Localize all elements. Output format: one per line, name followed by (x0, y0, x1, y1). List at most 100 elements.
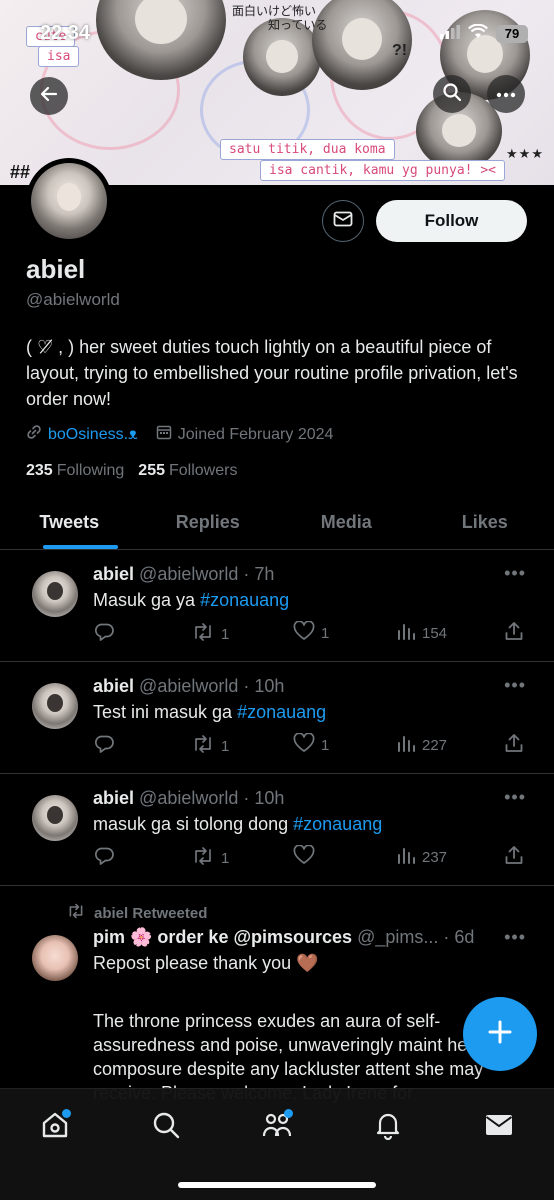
tweet-body: Masuk ga ya (93, 590, 201, 610)
reply-icon (93, 845, 115, 871)
reply-button[interactable] (93, 733, 115, 759)
views-button[interactable]: 154 (396, 621, 447, 645)
tweet-author[interactable]: abiel (93, 676, 134, 696)
arrow-left-icon (39, 84, 59, 109)
like-count: 1 (321, 624, 330, 642)
tweet-actions: 1 1 227 (93, 732, 533, 759)
more-options-button[interactable] (487, 75, 525, 113)
tweet-author[interactable]: abiel (93, 564, 134, 584)
tweet-avatar[interactable] (32, 935, 78, 981)
avatar-image (31, 163, 107, 239)
reply-button[interactable] (93, 621, 115, 647)
nav-search[interactable] (146, 1107, 186, 1147)
more-horizontal-icon (496, 85, 516, 103)
tweet-avatar[interactable] (32, 795, 78, 841)
heart-icon (293, 620, 315, 645)
back-button[interactable] (30, 77, 68, 115)
joined-date: Joined February 2024 (177, 425, 334, 443)
calendar-icon (156, 424, 172, 445)
share-icon (504, 621, 524, 645)
banner-japanese-text: 面白いけど怖い (232, 4, 317, 18)
tweet-body: Test ini masuk ga (93, 702, 238, 722)
tweet-more-button[interactable]: ••• (504, 787, 526, 808)
share-button[interactable] (504, 733, 524, 757)
profile-avatar[interactable] (26, 158, 112, 244)
message-button[interactable] (322, 200, 364, 242)
signal-icon (440, 24, 460, 44)
views-button[interactable]: 237 (396, 845, 447, 869)
tweet-item[interactable]: abiel @abielworld · 10h ••• Test ini mas… (0, 663, 554, 774)
status-icons: 79 (440, 23, 528, 44)
retweet-count: 1 (221, 625, 230, 643)
follow-button[interactable]: Follow (376, 200, 527, 242)
retweeted-tweet[interactable]: abiel Retweeted pim 🌸 order ke @pimsourc… (0, 887, 554, 1103)
tweet-more-button[interactable]: ••• (504, 927, 526, 948)
retweet-small-icon (66, 903, 86, 923)
tweet-item[interactable]: abiel @abielworld · 7h ••• Masuk ga ya #… (0, 551, 554, 662)
tweet-hashtag[interactable]: #zonauang (200, 590, 289, 610)
tweet-more-button[interactable]: ••• (504, 563, 526, 584)
nav-messages[interactable] (479, 1107, 519, 1147)
display-name: abiel (26, 254, 86, 284)
analytics-icon (396, 621, 416, 645)
share-button[interactable] (504, 621, 524, 645)
nav-communities[interactable] (257, 1107, 297, 1147)
views-button[interactable]: 227 (396, 733, 447, 757)
retweet-icon (191, 733, 215, 759)
tweet-text: Masuk ga ya #zonauang (93, 590, 289, 611)
nav-home[interactable] (35, 1107, 75, 1147)
tab-media[interactable]: Media (277, 495, 416, 549)
profile-handle: @abielworld (26, 290, 120, 309)
tweet-author[interactable]: abiel (93, 788, 134, 808)
followers-stat[interactable]: 255 Followers (138, 462, 237, 480)
reply-button[interactable] (93, 845, 115, 871)
tweet-item[interactable]: abiel @abielworld · 10h ••• masuk ga si … (0, 775, 554, 886)
tab-replies[interactable]: Replies (139, 495, 278, 549)
status-time: 22.34 (40, 22, 91, 44)
tab-tweets[interactable]: Tweets (0, 495, 139, 549)
view-count: 154 (422, 624, 448, 642)
tweet-text: masuk ga si tolong dong #zonauang (93, 814, 382, 835)
compose-tweet-button[interactable] (463, 997, 537, 1071)
followers-label: Followers (169, 462, 238, 479)
following-stat[interactable]: 235 Following (26, 462, 124, 480)
like-button[interactable]: 1 (293, 732, 330, 757)
tweet-text: Test ini masuk ga #zonauang (93, 702, 326, 723)
retweet-label: abiel Retweeted (66, 903, 207, 923)
profile-bio: ( ♡̸ , ) her sweet duties touch lightly … (26, 337, 518, 409)
mail-icon (484, 1112, 514, 1143)
tweet-header: abiel @abielworld · 7h (93, 564, 274, 585)
tweet-hashtag[interactable]: #zonauang (237, 702, 326, 722)
bell-icon (373, 1110, 403, 1145)
like-button[interactable]: 1 (293, 620, 330, 645)
share-icon (504, 845, 524, 869)
retweet-button[interactable]: 1 (191, 733, 229, 759)
banner-hash: ## (10, 162, 31, 182)
battery-indicator: 79 (496, 25, 528, 43)
search-button[interactable] (433, 75, 471, 113)
tweet-hashtag[interactable]: #zonauang (293, 814, 382, 834)
reply-icon (93, 621, 115, 647)
share-button[interactable] (504, 845, 524, 869)
followers-count: 255 (138, 462, 165, 479)
like-count: 1 (321, 736, 330, 754)
retweet-icon (191, 845, 215, 871)
tweet-author[interactable]: pim 🌸 order ke @pimsources (93, 927, 352, 947)
like-button[interactable] (293, 844, 321, 869)
following-count: 235 (26, 462, 53, 479)
tab-likes[interactable]: Likes (416, 495, 554, 549)
banner-sticker: satu titik, dua koma (220, 139, 395, 160)
tweet-more-button[interactable]: ••• (504, 675, 526, 696)
tweet-avatar[interactable] (32, 571, 78, 617)
retweet-label-text[interactable]: abiel Retweeted (94, 905, 207, 922)
mail-icon (333, 211, 353, 232)
profile-link[interactable]: boOsiness.ᴥ (48, 426, 138, 444)
retweet-button[interactable]: 1 (191, 621, 229, 647)
nav-notifications[interactable] (368, 1107, 408, 1147)
retweet-button[interactable]: 1 (191, 845, 229, 871)
tweet-meta: @abielworld · 10h (139, 788, 285, 808)
tweet-avatar[interactable] (32, 683, 78, 729)
link-icon (26, 424, 42, 445)
profile-tabs: Tweets Replies Media Likes (0, 495, 554, 550)
share-icon (504, 733, 524, 757)
